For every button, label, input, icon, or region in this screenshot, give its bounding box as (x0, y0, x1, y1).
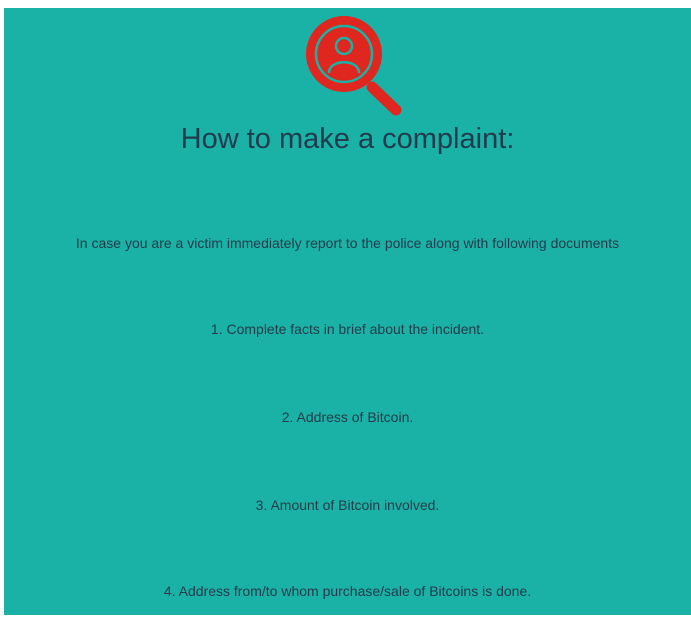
document-item: 3. Amount of Bitcoin involved. (255, 497, 440, 513)
page-title: How to make a complaint: (180, 123, 515, 155)
user-search-icon (300, 15, 410, 119)
document-item: 2. Address of Bitcoin. (281, 409, 414, 425)
complaint-panel: How to make a complaint: In case you are… (4, 8, 691, 615)
document-item: 1. Complete facts in brief about the inc… (210, 321, 485, 337)
document-item: 4. Address from/to whom purchase/sale of… (163, 583, 532, 599)
intro-text: In case you are a victim immediately rep… (75, 235, 620, 251)
